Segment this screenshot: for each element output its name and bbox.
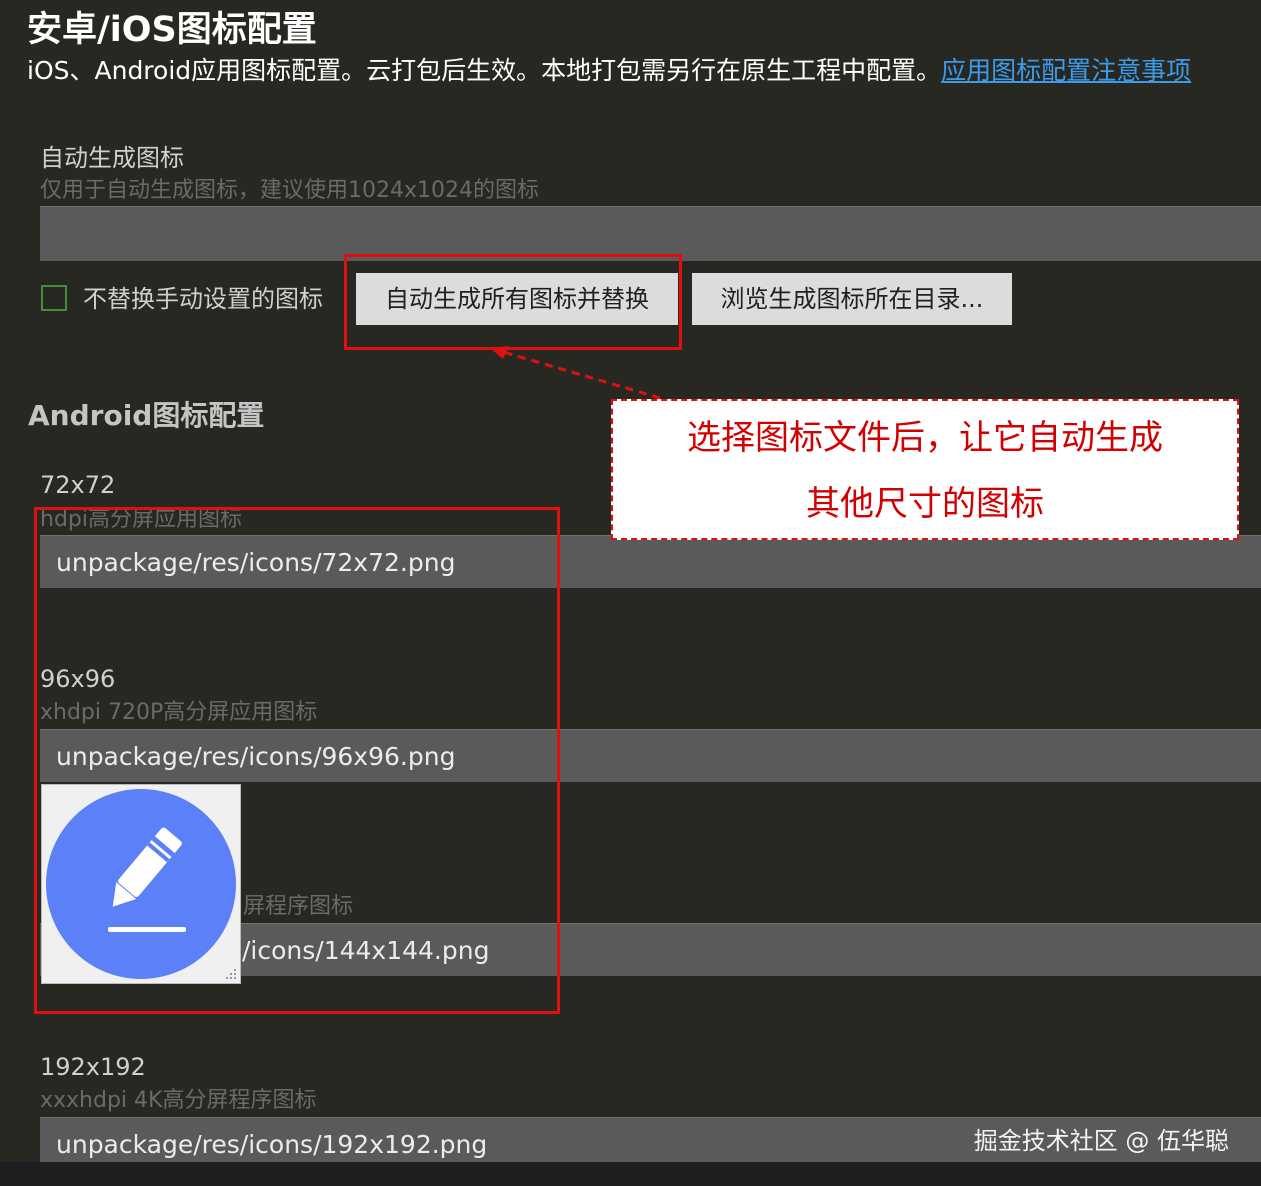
callout-line-1: 选择图标文件后，让它自动生成 xyxy=(687,418,1163,458)
watermark: 掘金技术社区 @ 伍华聪 xyxy=(973,1127,1229,1155)
bottom-edge xyxy=(0,1162,1261,1186)
callout-line-2: 其他尺寸的图标 xyxy=(806,484,1044,524)
annotation-callout: 选择图标文件后，让它自动生成 其他尺寸的图标 xyxy=(611,399,1239,540)
icon-config-page: 安卓/iOS图标配置 iOS、Android应用图标配置。云打包后生效。本地打包… xyxy=(0,0,1261,1186)
callout-arrow xyxy=(490,346,661,400)
